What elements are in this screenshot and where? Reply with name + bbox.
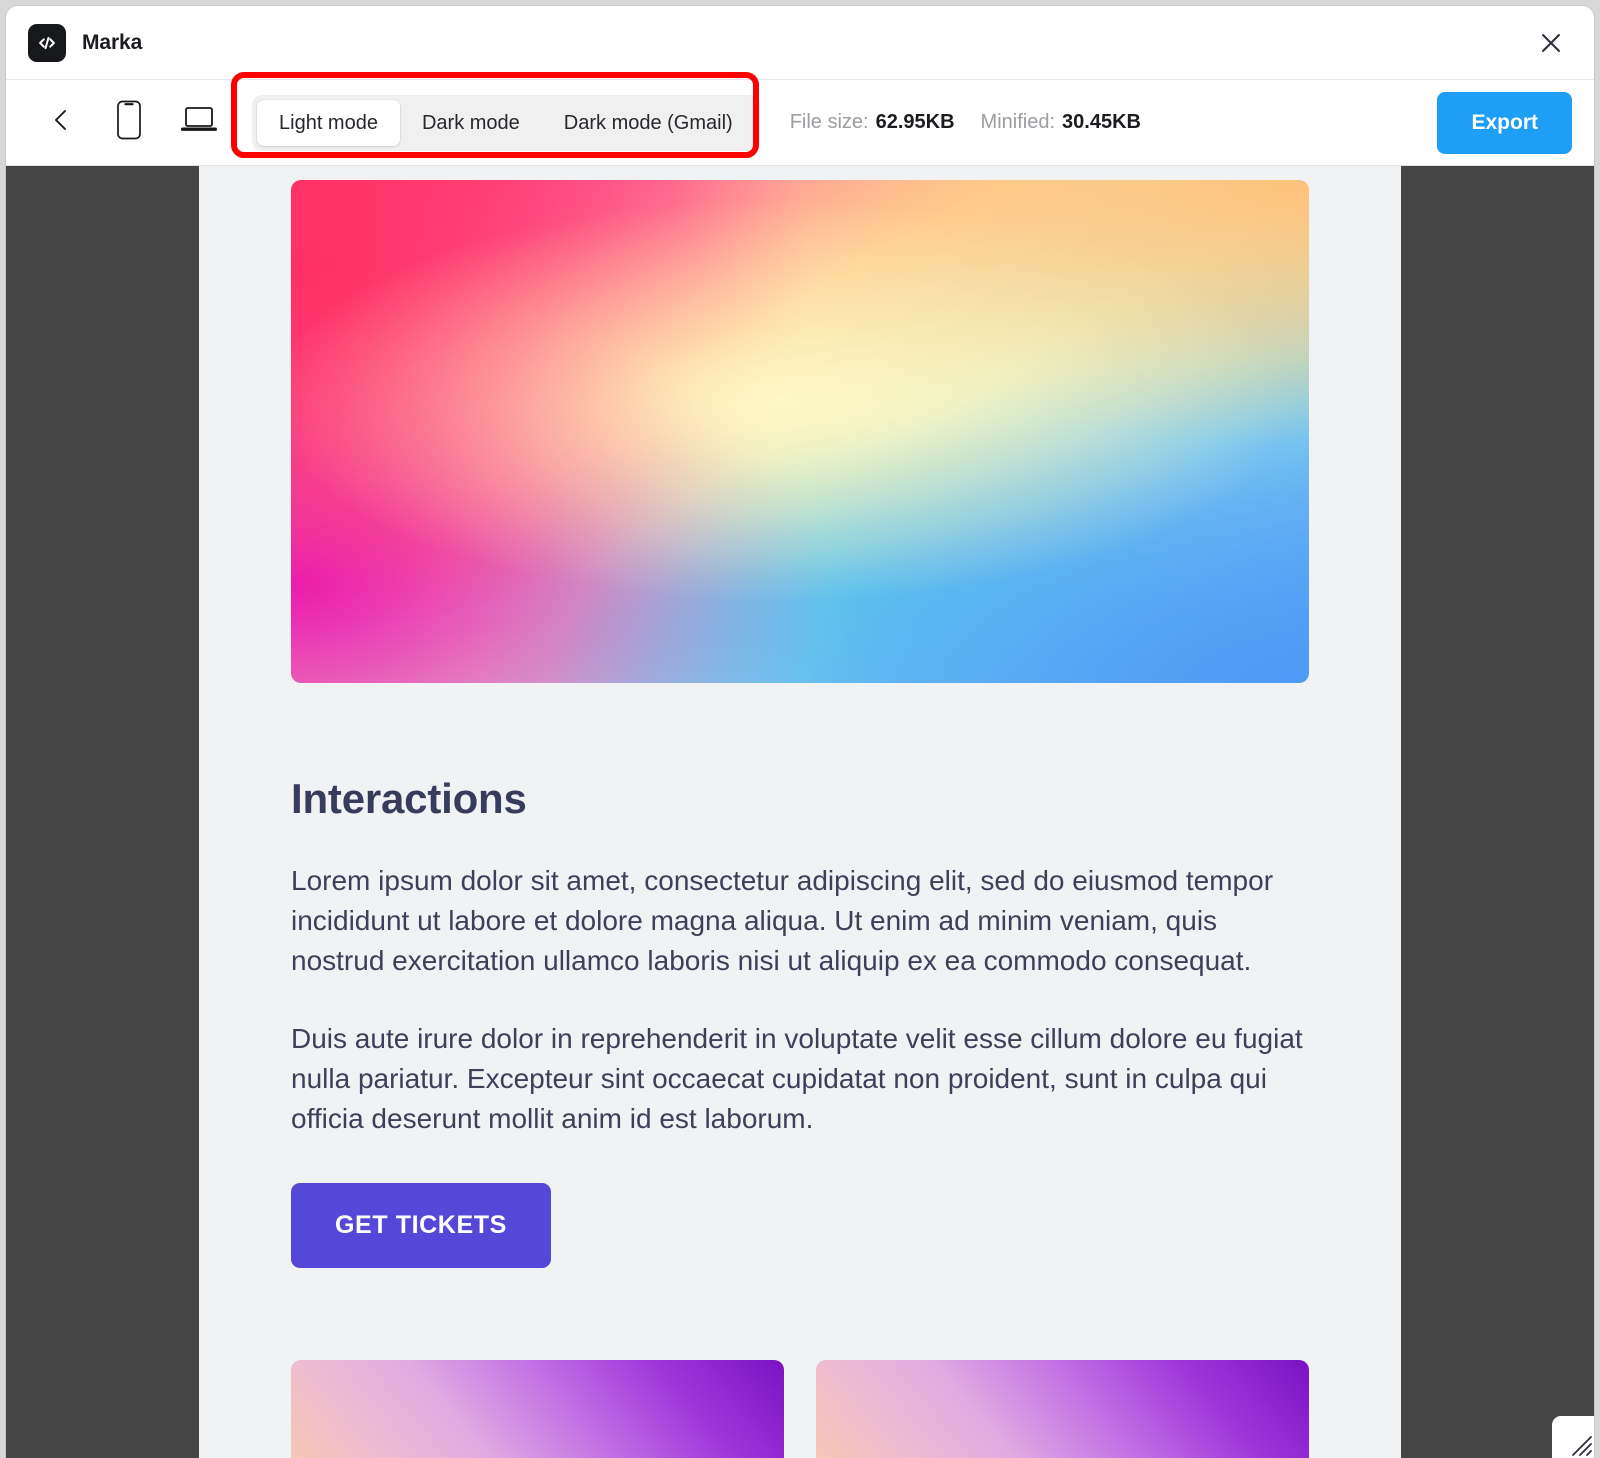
back-button[interactable] [34,96,88,150]
title-bar: Marka [6,6,1594,80]
mobile-device-icon [116,100,142,145]
paragraph-1: Lorem ipsum dolor sit amet, consectetur … [291,865,1274,977]
preview-stage: Interactions Lorem ipsum dolor sit amet,… [6,166,1594,1458]
minified-size-stat: Minified: 30.45KB [981,111,1141,134]
mobile-preview-button[interactable] [102,96,156,150]
toolbar: Light mode Dark mode Dark mode (Gmail) F… [6,72,1594,166]
mode-option-dark-gmail[interactable]: Dark mode (Gmail) [542,100,755,146]
get-tickets-button[interactable]: GET TICKETS [291,1183,551,1269]
mode-option-light[interactable]: Light mode [257,99,400,146]
minified-value: 30.45KB [1062,111,1141,133]
file-size-value: 62.95KB [875,111,955,133]
resize-grip-icon[interactable] [1552,1416,1594,1458]
code-brackets-icon [28,23,66,62]
laptop-device-icon [180,105,218,140]
file-size-info: File size: 62.95KB Minified: 30.45KB [790,111,1141,134]
export-button[interactable]: Export [1437,91,1572,154]
app-title: Marka [82,30,143,54]
minified-label: Minified: [980,111,1056,133]
email-body: Interactions Lorem ipsum dolor sit amet,… [199,166,1401,1458]
chevron-left-icon [50,107,72,138]
app-window: Marka Light mode Dark mode Dark mode (Gm… [6,6,1594,1458]
card-gradient-image-left [291,1360,784,1458]
brand: Marka [28,23,143,62]
hero-gradient-image [291,180,1309,683]
card-image-row [291,1360,1309,1458]
close-icon[interactable] [1534,26,1568,60]
email-preview-canvas: Interactions Lorem ipsum dolor sit amet,… [199,166,1401,1458]
card-gradient-image-right [816,1360,1309,1458]
desktop-preview-button[interactable] [172,96,226,150]
file-size-stat: File size: 62.95KB [790,111,955,134]
paragraph-2: Duis aute irure dolor in reprehenderit i… [291,1023,1303,1135]
mode-option-dark[interactable]: Dark mode [400,100,542,146]
file-size-label: File size: [789,111,869,133]
section-heading: Interactions [291,775,527,822]
mode-segmented-control[interactable]: Light mode Dark mode Dark mode (Gmail) [252,94,760,151]
